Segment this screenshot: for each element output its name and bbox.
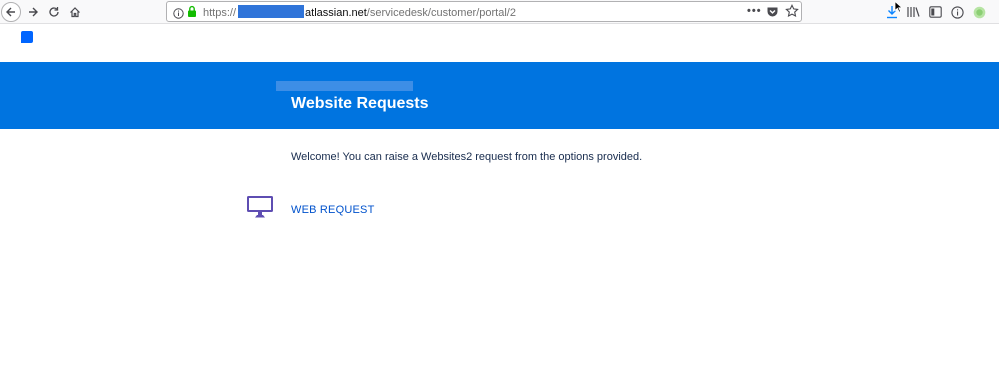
address-bar[interactable]: https:// atlassian.net/servicedesk/custom… (166, 1, 802, 22)
portal-title: Website Requests (291, 95, 429, 112)
url-text: https:// atlassian.net/servicedesk/custom… (203, 5, 516, 19)
back-arrow-icon (6, 7, 15, 17)
home-icon (70, 7, 80, 18)
forward-button[interactable] (23, 2, 43, 22)
redacted-subdomain (238, 5, 305, 18)
back-button[interactable] (1, 2, 21, 22)
info-icon[interactable] (173, 6, 184, 24)
sidebar-icon[interactable] (927, 4, 943, 20)
mouse-cursor-icon (894, 0, 904, 18)
page-actions-button[interactable]: ••• (747, 5, 762, 17)
redacted-breadcrumb (276, 81, 413, 91)
pocket-icon[interactable] (766, 5, 779, 23)
monitor-icon[interactable] (246, 195, 274, 224)
url-path: /servicedesk/customer/portal/2 (366, 7, 516, 19)
home-button[interactable] (65, 2, 85, 22)
welcome-message: Welcome! You can raise a Websites2 reque… (291, 151, 643, 163)
reload-button[interactable] (44, 2, 64, 22)
library-icon[interactable] (905, 4, 921, 20)
help-center-logo[interactable] (21, 31, 33, 43)
reader-icon[interactable] (949, 4, 965, 20)
forward-arrow-icon (29, 7, 38, 17)
browser-toolbar: https:// atlassian.net/servicedesk/custom… (0, 0, 999, 24)
web-request-link[interactable]: WEB REQUEST (291, 204, 375, 216)
extension-icon[interactable] (971, 4, 987, 20)
lock-icon[interactable] (187, 5, 197, 23)
star-icon[interactable] (785, 4, 799, 23)
portal-banner: Website Requests (0, 62, 999, 129)
url-scheme: https:// (203, 7, 237, 19)
reload-icon (49, 7, 59, 17)
url-domain: atlassian.net (305, 7, 367, 19)
